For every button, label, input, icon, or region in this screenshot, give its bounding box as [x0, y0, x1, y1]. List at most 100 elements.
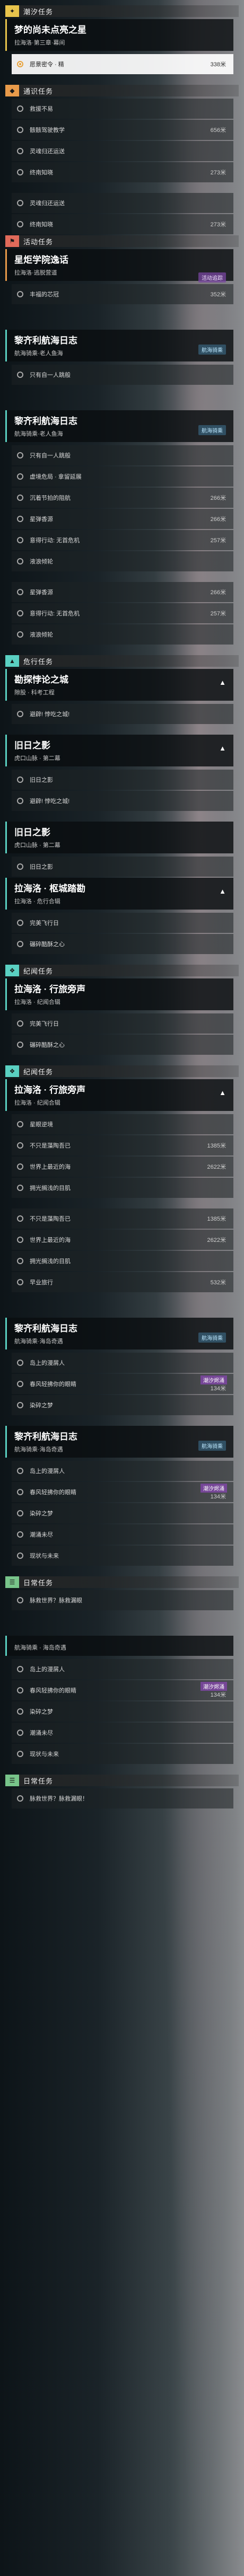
quest-step[interactable]: 岛上的漫屑人 — [12, 1659, 233, 1679]
quest-step[interactable]: 旧日之影 — [12, 770, 233, 790]
step-distance: 2622米 — [207, 1164, 226, 1170]
quest-step[interactable]: 只有自一人跳般 — [12, 365, 233, 385]
chevron-up-icon[interactable]: ▲ — [219, 1089, 226, 1097]
step-marker-icon — [17, 920, 23, 926]
quest-step[interactable]: 避辟! 悖吃之城! — [12, 791, 233, 811]
quest-step[interactable]: 现状与未来 — [12, 1546, 233, 1566]
category-header-lore[interactable]: ❖ 纪闻任务 — [5, 965, 239, 976]
quest-step[interactable]: 春风轻拂你的眼睛 134米 潮汐烬涌 — [12, 1680, 233, 1700]
quest-step[interactable]: 意得行动: 无首危机 257米 — [12, 530, 233, 550]
step-marker-icon — [17, 798, 23, 804]
step-label: 避辟! 悖吃之城! — [30, 711, 70, 718]
step-marker-icon — [17, 148, 23, 154]
quest-step[interactable]: 染碎之梦 — [12, 1395, 233, 1415]
quest-card-voyage-4[interactable]: 黎齐利航海日志 航海骑乘·海岛奇遇 航海骑乘 — [5, 1426, 233, 1458]
quest-step[interactable]: 旧日之影 — [12, 857, 233, 877]
quest-card-voyage-5[interactable]: 航海骑乘 · 海岛奇遇 — [5, 1636, 233, 1656]
step-label: 脉救世界？脉救漏眼 — [30, 1598, 82, 1604]
step-distance: 2622米 — [207, 1237, 226, 1243]
quest-step[interactable]: 星眼逆境 — [12, 1114, 233, 1134]
step-label: 完美飞行日 — [30, 1021, 59, 1027]
quest-step[interactable]: 春风轻拂你的眼睛 134米 潮汐烬涌 — [12, 1374, 233, 1394]
quest-step[interactable]: 不只是藻陶吾已 1385米 — [12, 1208, 233, 1229]
quest-step[interactable]: 愿景密令 · 精 338米 — [12, 54, 233, 74]
category-header-daily-2[interactable]: ☰ 日常任务 — [5, 1775, 239, 1786]
step-label: 灵魂归还运送 — [30, 148, 65, 155]
quest-step[interactable]: 虚境危局 · 拿留延展 — [12, 466, 233, 487]
quest-step[interactable]: 沉着节拍的阻航 266米 — [12, 488, 233, 508]
quest-step[interactable]: 世界上最近的海 2622米 — [12, 1157, 233, 1177]
quest-step[interactable]: 避辟! 悖吃之城! — [12, 704, 233, 724]
step-label: 世界上最近的海 — [30, 1237, 71, 1243]
category-header-lore-2[interactable]: ❖ 纪闻任务 — [5, 1065, 239, 1077]
quest-step[interactable]: 骸骸驾驶教学 656米 — [12, 120, 233, 140]
quest-step[interactable]: 完美飞行日 — [12, 913, 233, 933]
quest-step[interactable]: 染碎之梦 — [12, 1701, 233, 1722]
quest-step[interactable]: 现状与未来 — [12, 1744, 233, 1764]
quest-step[interactable]: 早业旅行 532米 — [12, 1272, 233, 1292]
chevron-up-icon[interactable]: ▲ — [219, 887, 226, 895]
quest-card-voyage-2[interactable]: 黎齐利航海日志 航海骑乘·老人鱼海 航海骑乘 — [5, 410, 233, 442]
quest-step[interactable]: 潮涌未尽 — [12, 1524, 233, 1545]
quest-step[interactable]: 终南知晓 273米 — [12, 162, 233, 182]
quest-step[interactable]: 拥光搁浅的目肌 — [12, 1178, 233, 1198]
quest-step[interactable]: 液浪倾轮 — [12, 551, 233, 571]
step-distance: 134米 — [210, 1494, 226, 1500]
quest-card-voyage-1[interactable]: 黎齐利航海日志 航海骑乘·老人鱼海 航海骑乘 — [5, 330, 233, 361]
step-marker-icon — [17, 1531, 23, 1538]
chevron-up-icon[interactable]: ▲ — [219, 744, 226, 752]
quest-step[interactable]: 潮涌未尽 — [12, 1723, 233, 1743]
quest-step[interactable]: 救援不易 — [12, 99, 233, 119]
quest-step[interactable]: 丰福的芯冠 352米 — [12, 284, 233, 304]
step-marker-icon — [17, 711, 23, 717]
category-header-hazard[interactable]: ▲ 危行任务 — [5, 655, 239, 667]
quest-step[interactable]: 染碎之梦 — [12, 1503, 233, 1523]
quest-step[interactable]: 世界上最近的海 2622米 — [12, 1230, 233, 1250]
quest-step[interactable]: 只有自一人跳般 — [12, 445, 233, 465]
quest-step[interactable]: 不只是藻陶吾已 1385米 — [12, 1135, 233, 1155]
step-label: 潮涌未尽 — [30, 1532, 53, 1538]
quest-step[interactable]: 终南知晓 273米 — [12, 214, 233, 234]
quest-card-academy[interactable]: 星炬学院逸话 拉海洛·逃脱营道 活动追踪 — [5, 249, 233, 283]
step-marker-icon — [17, 1020, 23, 1027]
chevron-up-icon[interactable]: ▲ — [219, 678, 226, 686]
step-label: 只有自一人跳般 — [30, 453, 71, 459]
category-header-event[interactable]: ⚑ 活动任务 — [5, 235, 239, 247]
quest-step[interactable]: 星弹香源 266米 — [12, 582, 233, 602]
quest-step[interactable]: 灵魂归还运送 — [12, 193, 233, 213]
flag-icon: ⚑ — [5, 235, 19, 247]
quest-card-paradox-city[interactable]: 勘探悖论之城 隙股 · 科考工程 ▲ — [5, 669, 233, 701]
calendar-icon: ☰ — [5, 1775, 19, 1786]
quest-step[interactable]: 脉救世界？脉救漏眼 — [12, 1590, 233, 1610]
step-label: 沉着节拍的阻航 — [30, 495, 71, 501]
quest-card-main[interactable]: 梦的尚未点亮之星 拉海洛·第三章·幕间 — [5, 19, 233, 51]
quest-step[interactable]: 碾碎酷酥之心 — [12, 934, 233, 954]
quest-step[interactable]: 脉救世界？脉救漏眼！ — [12, 1788, 233, 1809]
category-header-daily[interactable]: ☰ 日常任务 — [5, 1576, 239, 1588]
quest-card-old-shadow-2[interactable]: 旧日之影 虎口山脉 · 第二幕 — [5, 822, 233, 853]
quest-step[interactable]: 星弹香源 266米 — [12, 509, 233, 529]
quest-step[interactable]: 碾碎酷酥之心 — [12, 1035, 233, 1055]
quest-card-old-shadow[interactable]: 旧日之影 虎口山脉 · 第二幕 ▲ — [5, 735, 233, 766]
quest-step[interactable]: 灵魂归还运送 — [12, 141, 233, 161]
step-marker-icon — [17, 1666, 23, 1672]
step-label: 染碎之梦 — [30, 1511, 53, 1517]
quest-step[interactable]: 拥光搁浅的目肌 — [12, 1251, 233, 1271]
quest-card-survey[interactable]: 拉海洛 · 枢城踏勘 拉海洛 · 危行合辑 ▲ — [5, 878, 233, 910]
category-header-general[interactable]: ◆ 通识任务 — [5, 85, 239, 96]
quest-step[interactable]: 岛上的漫屑人 — [12, 1461, 233, 1481]
step-marker-icon — [17, 589, 23, 595]
quest-step[interactable]: 春风轻拂你的眼睛 134米 潮汐烬涌 — [12, 1482, 233, 1502]
category-header-tidal[interactable]: ✦ 潮汐任务 — [5, 5, 239, 17]
quest-card-travel-notes-2[interactable]: 拉海洛 · 行旅旁声 拉海洛 · 纪闻合辑 ▲ — [5, 1079, 233, 1111]
tidal-surge-badge: 潮汐烬涌 — [201, 1484, 227, 1493]
quest-step[interactable]: 岛上的漫屑人 — [12, 1353, 233, 1373]
quest-card-voyage-3[interactable]: 黎齐利航海日志 航海骑乘·海岛奇遇 航海骑乘 — [5, 1318, 233, 1349]
step-marker-icon — [17, 291, 23, 297]
quest-step[interactable]: 完美飞行日 — [12, 1013, 233, 1034]
quest-card-travel-notes[interactable]: 拉海洛 · 行旅旁声 拉海洛 · 纪闻合辑 — [5, 978, 233, 1010]
quest-step[interactable]: 液浪倾轮 — [12, 624, 233, 645]
step-distance: 273米 — [210, 170, 226, 176]
quest-step[interactable]: 意得行动: 无首危机 257米 — [12, 603, 233, 623]
danger-icon: ▲ — [5, 655, 19, 667]
